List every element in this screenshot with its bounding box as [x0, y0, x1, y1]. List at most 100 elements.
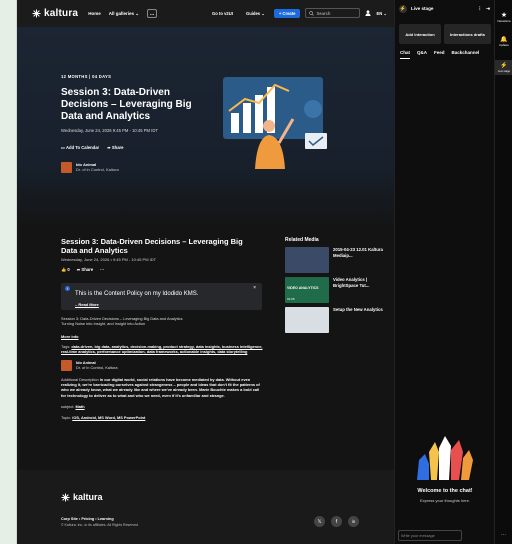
topic-row: Topic: iOS, Android, MS Word, MS PowerPo…	[61, 415, 146, 421]
chat-message-input[interactable]: Write your message	[398, 530, 462, 541]
thumbs-up-icon: 👍	[61, 267, 67, 272]
side-rail: ★ Interactions 🔔 Updates ⚡ Live stage ⋯	[494, 0, 512, 544]
list-item[interactable]: 2015-04-23 12.01 Kaltura Mediaip...	[285, 247, 385, 273]
live-stage-panel: ⚡ Live stage ⋮ ⇥ Add interaction Interac…	[394, 0, 494, 544]
subject-value[interactable]: Math	[76, 404, 85, 409]
calendar-icon: ▭	[61, 145, 65, 150]
more-menu-button[interactable]: ...	[147, 9, 158, 18]
x-icon[interactable]: 𝕏	[314, 516, 325, 527]
share-label: Share	[111, 145, 124, 150]
share-button[interactable]: ➦ Share	[77, 267, 93, 273]
rail-label: Updates	[499, 44, 509, 47]
facebook-icon[interactable]: f	[331, 516, 342, 527]
star-icon: ★	[500, 12, 508, 19]
tags-row: Tags: data-driven, big data, analytics, …	[61, 343, 263, 354]
topic-value[interactable]: iOS, Android, MS Word, MS PowerPoint	[72, 415, 145, 420]
rail-label: Interactions	[497, 20, 511, 23]
language-label: EN	[376, 10, 383, 16]
tags-list[interactable]: data-driven, big data, analytics, decisi…	[61, 344, 262, 354]
more-info-link[interactable]: More info	[61, 334, 263, 339]
like-count: 0	[67, 267, 70, 272]
footer-copyright: © Kaltura, Inc. or its affiliates. All R…	[61, 523, 139, 527]
share-icon: ➦	[76, 267, 81, 272]
rail-item-interactions[interactable]: ★ Interactions	[495, 11, 512, 23]
kebab-menu-icon[interactable]: ⋮	[478, 6, 483, 12]
thumbnail	[285, 247, 329, 273]
share-label: Share	[81, 267, 94, 272]
linkedin-icon[interactable]: in	[348, 516, 359, 527]
media-date: Wednesday, June 24, 2026 • 9:45 PM - 10:…	[61, 257, 157, 262]
chevron-down-icon: ⌄	[383, 10, 387, 16]
footer-links[interactable]: Corp Site • Pricing • Learning	[61, 517, 114, 521]
footer-logo[interactable]: kaltura	[61, 492, 103, 502]
presenter-info: Ido Animal Dr. of in Control, Kaltura	[76, 162, 119, 173]
hero-actions: ▭ Add To Calendar ➦ Share	[61, 145, 124, 150]
nav-home[interactable]: Home	[88, 11, 101, 16]
content-policy-banner: i This is the Content Policy on my Idodi…	[61, 283, 262, 310]
hero-title: Session 3: Data-Driven Decisions – Lever…	[61, 87, 192, 122]
collapse-panel-icon[interactable]: ⇥	[486, 6, 490, 12]
add-to-calendar-button[interactable]: ▭ Add To Calendar	[61, 145, 99, 150]
panel-header: ⚡ Live stage ⋮ ⇥	[395, 0, 494, 17]
presenter-role: Dr. of in Control, Kaltura	[76, 365, 118, 371]
more-actions-button[interactable]: ···	[100, 267, 104, 273]
rail-item-updates[interactable]: 🔔 Updates	[495, 36, 512, 47]
social-links: 𝕏 f in	[314, 516, 359, 527]
user-icon[interactable]	[365, 10, 372, 16]
presenter-role: Dr. of in Control, Kaltura	[76, 167, 119, 172]
top-bar-right: Go to v2UI Guides ⌄ + Create Search EN ⌄	[208, 8, 387, 18]
like-button[interactable]: 👍 0	[61, 267, 70, 273]
tab-chat[interactable]: Chat	[400, 50, 410, 59]
tab-backchannel[interactable]: Backchannel	[452, 50, 480, 59]
guides-button[interactable]: Guides ⌄	[242, 9, 269, 18]
list-item[interactable]: Setup the New Analytics	[285, 307, 385, 333]
presenter-info: Ido Animal Dr. of in Control, Kaltura	[76, 360, 118, 371]
info-icon: i	[65, 286, 70, 291]
duration: 01:05	[287, 297, 295, 301]
panel-title: Live stage	[411, 6, 434, 11]
panel-tabs: Chat Q&A Feed Backchannel	[400, 50, 479, 59]
thumbnail	[285, 307, 329, 333]
nav-all-galleries-label: All galleries	[108, 10, 134, 16]
thumbnail-badge: VIDEO ANALYTICS	[287, 286, 319, 290]
related-media: Related Media 2015-04-23 12.01 Kaltura M…	[285, 237, 385, 337]
kaltura-logo-icon	[61, 492, 70, 502]
lightning-icon: ⚡	[399, 4, 407, 13]
create-button[interactable]: + Create	[273, 8, 301, 18]
tab-qa[interactable]: Q&A	[417, 50, 427, 59]
close-icon[interactable]: ×	[253, 285, 256, 291]
avatar	[61, 162, 72, 173]
share-button[interactable]: ➦ Share	[107, 145, 123, 150]
media-details: Session 3: Data-Driven Decisions – Lever…	[61, 237, 261, 273]
footer-brand: kaltura	[73, 492, 103, 502]
media-description: Session 3: Data-Driven Decisions – Lever…	[61, 316, 263, 420]
lightning-icon: ⚡	[500, 63, 508, 69]
rail-item-live-stage[interactable]: ⚡ Live stage	[495, 60, 512, 75]
hero-presenter[interactable]: Ido Animal Dr. of in Control, Kaltura	[61, 162, 119, 173]
brand-logo[interactable]: kaltura	[32, 8, 78, 19]
analytics-illustration	[223, 77, 327, 169]
read-more-link[interactable]: – Read More	[75, 302, 99, 307]
add-interaction-button[interactable]: Add interaction	[399, 24, 441, 44]
top-bar: kaltura Home All galleries ⌄ ... Go to v…	[17, 0, 394, 27]
subject-label: subject	[61, 403, 74, 409]
guides-label: Guides	[245, 10, 261, 16]
language-selector[interactable]: EN ⌄	[376, 11, 387, 16]
related-title: Setup the New Analytics	[333, 307, 383, 312]
chat-welcome-illustration	[417, 436, 473, 480]
kaltura-logo-icon	[32, 9, 41, 18]
chevron-down-icon: ⌄	[261, 10, 265, 16]
go-to-v2ui-button[interactable]: Go to v2UI	[208, 9, 237, 18]
welcome-title: Welcome to the chat!	[417, 488, 473, 494]
media-title: Session 3: Data-Driven Decisions – Lever…	[61, 237, 243, 255]
tab-feed[interactable]: Feed	[434, 50, 445, 59]
media-presenter[interactable]: Ido Animal Dr. of in Control, Kaltura	[61, 360, 263, 372]
list-item[interactable]: VIDEO ANALYTICS 01:05 Video Analytics | …	[285, 277, 385, 303]
more-options-icon[interactable]: ⋯	[501, 532, 506, 538]
share-icon: ➦	[107, 145, 111, 150]
nav-all-galleries[interactable]: All galleries ⌄	[109, 11, 139, 17]
search-input[interactable]: Search	[305, 8, 361, 18]
subject-row: subject: Math	[61, 403, 85, 409]
interactions-drafts-button[interactable]: Interactions drafts	[444, 24, 491, 44]
search-icon	[309, 10, 315, 16]
